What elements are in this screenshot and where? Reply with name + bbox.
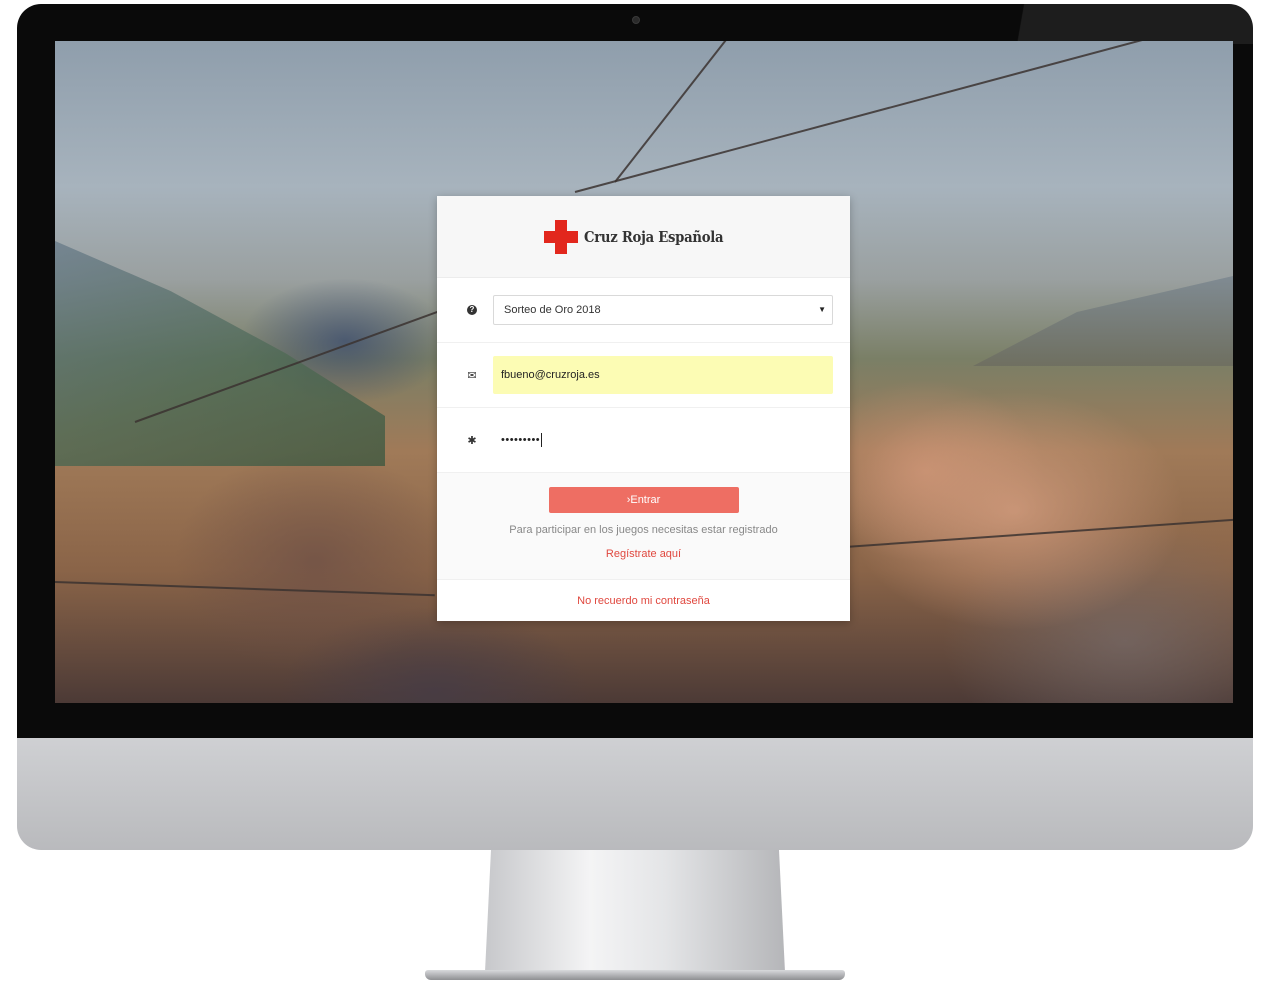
monitor-stand bbox=[485, 850, 785, 972]
email-row: ✉ fbueno@cruzroja.es bbox=[437, 343, 850, 408]
game-select[interactable]: Sorteo de Oro 2018 ▼ bbox=[493, 295, 833, 325]
background-mountain bbox=[973, 276, 1233, 366]
red-cross-logo-icon bbox=[544, 219, 579, 254]
text-caret bbox=[541, 433, 543, 447]
barbed-wire bbox=[614, 41, 776, 183]
actions-section: ›Entrar Para participar en los juegos ne… bbox=[437, 473, 850, 580]
card-header: Cruz Roja Española bbox=[437, 196, 850, 278]
dropdown-arrow-icon: ▼ bbox=[818, 305, 826, 314]
game-select-value: Sorteo de Oro 2018 bbox=[504, 304, 601, 316]
email-value: fbueno@cruzroja.es bbox=[501, 369, 600, 381]
monitor-bezel: Cruz Roja Española ? Sorteo de Oro 2018 … bbox=[17, 4, 1253, 739]
asterisk-icon: ✱ bbox=[467, 434, 477, 447]
enter-button[interactable]: ›Entrar bbox=[548, 487, 739, 513]
question-circle-icon: ? bbox=[467, 305, 477, 315]
password-value: ••••••••• bbox=[501, 434, 541, 446]
forgot-password-link[interactable]: No recuerdo mi contraseña bbox=[577, 595, 710, 607]
camera-icon bbox=[632, 16, 640, 24]
password-row: ✱ ••••••••• bbox=[437, 408, 850, 473]
registration-info-text: Para participar en los juegos necesitas … bbox=[509, 524, 778, 536]
password-field[interactable]: ••••••••• bbox=[493, 421, 833, 459]
screen: Cruz Roja Española ? Sorteo de Oro 2018 … bbox=[55, 41, 1233, 703]
barbed-wire bbox=[574, 41, 1233, 193]
background-mountain bbox=[55, 241, 385, 466]
monitor-base bbox=[425, 970, 845, 980]
barbed-wire bbox=[844, 518, 1233, 548]
bezel-glare bbox=[983, 4, 1253, 44]
game-select-row: ? Sorteo de Oro 2018 ▼ bbox=[437, 278, 850, 343]
envelope-icon: ✉ bbox=[467, 369, 477, 382]
forgot-password-section: No recuerdo mi contraseña bbox=[437, 580, 850, 622]
barbed-wire bbox=[55, 581, 435, 597]
login-card: Cruz Roja Española ? Sorteo de Oro 2018 … bbox=[437, 196, 850, 621]
email-field[interactable]: fbueno@cruzroja.es bbox=[493, 356, 833, 394]
brand-name: Cruz Roja Española bbox=[584, 227, 724, 246]
monitor-chin bbox=[17, 738, 1253, 850]
register-link[interactable]: Regístrate aquí bbox=[606, 548, 681, 560]
